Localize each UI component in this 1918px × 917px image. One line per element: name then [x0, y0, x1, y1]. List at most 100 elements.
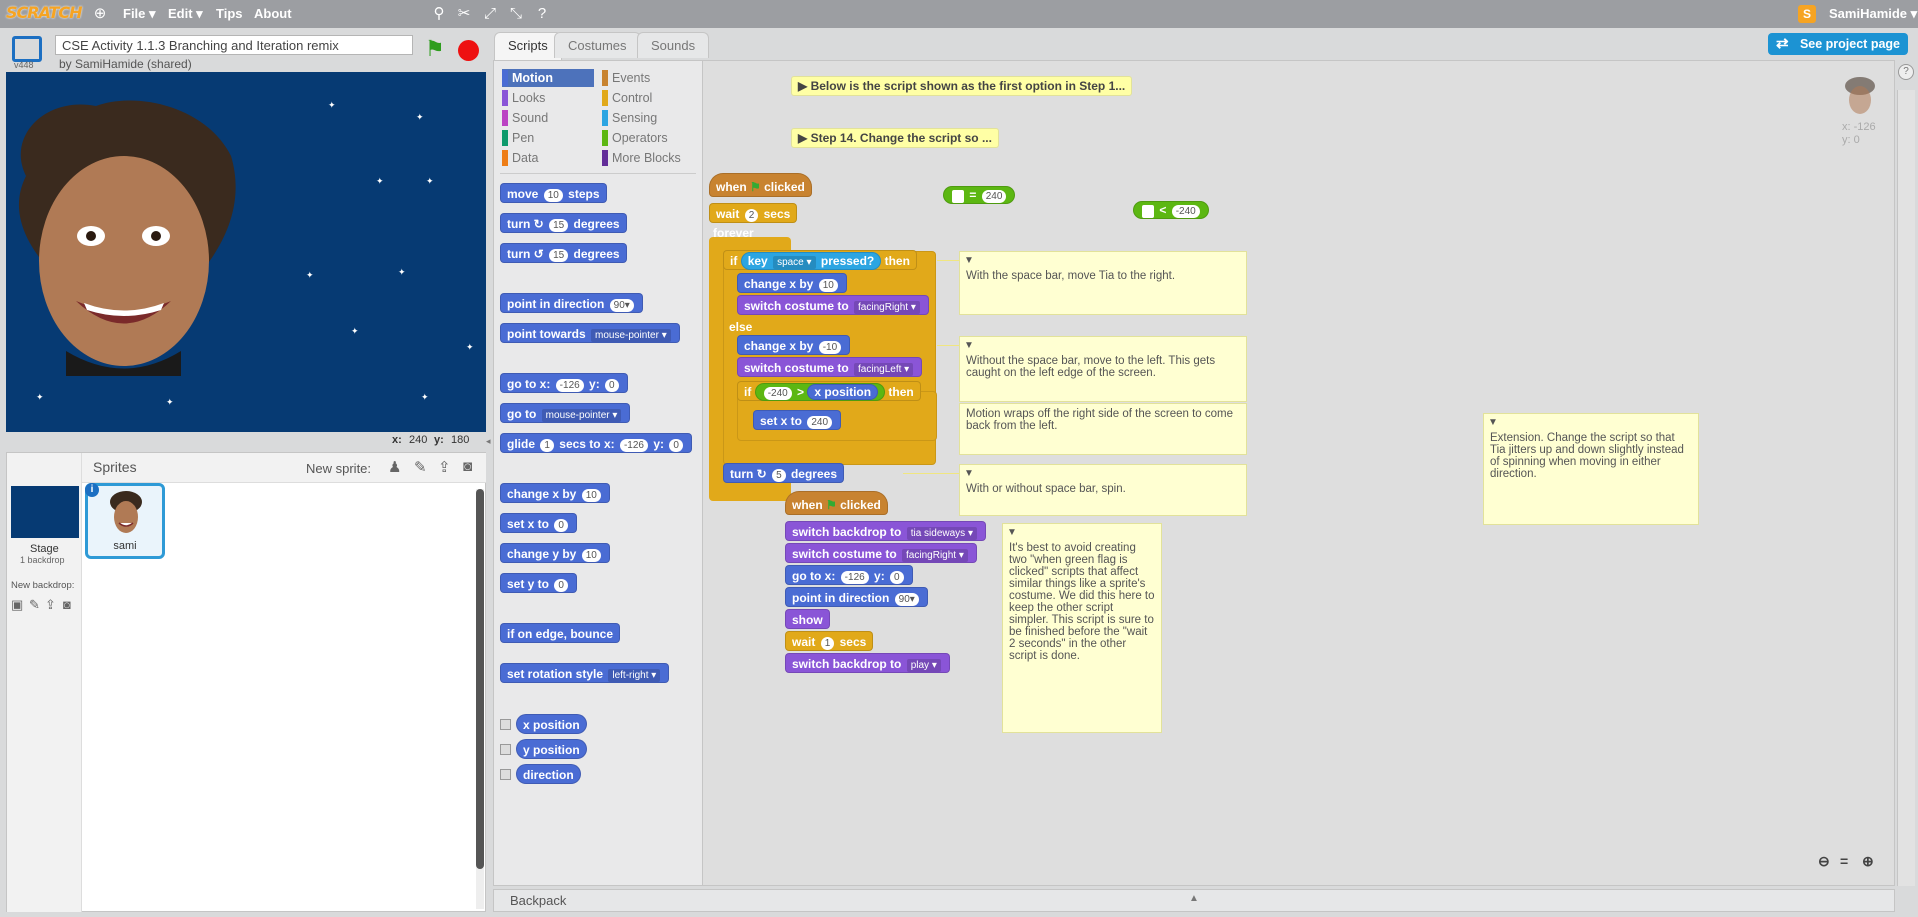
palette-goto-xy-block[interactable]: go to x: -126 y: 0 [500, 373, 628, 393]
upload-sprite-icon[interactable]: ⇪ [438, 458, 451, 476]
y-position-checkbox[interactable] [500, 744, 511, 755]
palette-glide-block[interactable]: glide 1 secs to x: -126 y: 0 [500, 433, 692, 453]
switch-backdrop-play-block[interactable]: switch backdrop to play ▾ [785, 653, 950, 673]
category-control[interactable]: Control [602, 89, 694, 107]
category-pen[interactable]: Pen [502, 129, 594, 147]
palette-change-y-block[interactable]: change y by 10 [500, 543, 610, 563]
palette-direction-reporter[interactable]: direction [516, 764, 581, 784]
palette-turn-right-block[interactable]: turn ↻ 15 degrees [500, 213, 627, 233]
when-flag-clicked-hat[interactable]: when ⚑ clicked [709, 173, 812, 197]
sprite-thumbnail-sami[interactable]: i sami [85, 483, 165, 559]
switch-costume-right-block[interactable]: switch costume to facingRight ▾ [737, 295, 929, 315]
zoom-in-icon[interactable]: ⊕ [1862, 853, 1874, 870]
category-sensing[interactable]: Sensing [602, 109, 694, 127]
palette-change-x-block[interactable]: change x by 10 [500, 483, 610, 503]
grow-icon[interactable]: ⤢ [481, 5, 499, 23]
choose-backdrop-icon[interactable]: ▣ [11, 597, 23, 613]
sprites-scrollbar[interactable] [476, 489, 484, 909]
switch-costume-block-2[interactable]: switch costume to facingRight ▾ [785, 543, 977, 563]
palette-set-y-block[interactable]: set y to 0 [500, 573, 577, 593]
category-looks[interactable]: Looks [502, 89, 594, 107]
paint-backdrop-icon[interactable]: ✎ [29, 597, 40, 613]
loose-less-than-block[interactable]: < -240 [1133, 201, 1209, 219]
collapse-triangle-icon[interactable]: ▼ [964, 340, 974, 351]
turn-5-degrees-block[interactable]: turn ↻ 5 degrees [723, 463, 844, 483]
duplicate-icon[interactable]: ⚲ [430, 5, 448, 23]
category-operators[interactable]: Operators [602, 129, 694, 147]
palette-point-direction-block[interactable]: point in direction 90▾ [500, 293, 643, 313]
wait-block[interactable]: wait 2 secs [709, 203, 798, 223]
comment-wraps[interactable]: Motion wraps off the right side of the s… [959, 403, 1247, 455]
globe-icon[interactable]: ⊕ [91, 5, 109, 23]
backpack-bar[interactable]: Backpack ▲ [493, 889, 1895, 912]
palette-move-block[interactable]: move 10 steps [500, 183, 607, 203]
palette-set-x-block[interactable]: set x to 0 [500, 513, 577, 533]
comment-space-bar[interactable]: ▼ With the space bar, move Tia to the rig… [959, 251, 1247, 315]
category-data[interactable]: Data [502, 149, 594, 167]
palette-turn-left-block[interactable]: turn ↺ 15 degrees [500, 243, 627, 263]
comment-best-practice[interactable]: ▼ It's best to avoid creating two "when g… [1002, 523, 1162, 733]
upload-backdrop-icon[interactable]: ⇪ [45, 597, 56, 613]
help-tips-icon[interactable]: ? [1898, 64, 1914, 80]
direction-checkbox[interactable] [500, 769, 511, 780]
green-flag-icon[interactable]: ⚑ [425, 38, 447, 60]
when-flag-clicked-hat-2[interactable]: when ⚑ clicked [785, 491, 888, 515]
palette-x-position-reporter[interactable]: x position [516, 714, 587, 734]
fullscreen-icon[interactable] [12, 36, 42, 62]
my-stuff-icon[interactable]: S [1798, 5, 1816, 23]
switch-backdrop-block[interactable]: switch backdrop to tia sideways ▾ [785, 521, 986, 541]
paint-sprite-icon[interactable]: ✎ [414, 458, 427, 476]
if-key-pressed-block[interactable]: if key space ▾ pressed? then [723, 250, 917, 270]
comment-spin[interactable]: ▼ With or without space bar, spin. [959, 464, 1247, 516]
cut-icon[interactable]: ✂ [455, 5, 473, 23]
camera-backdrop-icon[interactable]: ◙ [63, 597, 71, 612]
category-motion[interactable]: Motion [502, 69, 594, 87]
comment-extension[interactable]: ▼ Extension. Change the script so that Ti… [1483, 413, 1699, 525]
category-sound[interactable]: Sound [502, 109, 594, 127]
wait-1-secs-block[interactable]: wait 1 secs [785, 631, 874, 651]
collapse-triangle-icon[interactable]: ▼ [964, 255, 974, 266]
palette-point-towards-block[interactable]: point towards mouse-pointer ▾ [500, 323, 680, 343]
choose-sprite-icon[interactable]: ♟ [388, 458, 401, 476]
point-direction-block-2[interactable]: point in direction 90▾ [785, 587, 928, 607]
menu-tips[interactable]: Tips [216, 6, 243, 21]
camera-sprite-icon[interactable]: ◙ [463, 458, 472, 475]
tab-scripts[interactable]: Scripts [494, 32, 562, 60]
stage[interactable]: ✦ ✦ ✦ ✦ ✦ ✦ ✦ ✦ ✦ ✦ ✦ [6, 72, 486, 432]
collapsed-comment-step14[interactable]: ▶ Step 14. Change the script so ... [791, 128, 999, 148]
project-title-input[interactable]: CSE Activity 1.1.3 Branching and Iterati… [55, 35, 413, 55]
shrink-icon[interactable]: ⤡ [507, 5, 525, 23]
menu-file[interactable]: File ▾ [123, 6, 156, 22]
tab-costumes[interactable]: Costumes [554, 32, 641, 58]
collapse-triangle-icon[interactable]: ▼ [964, 468, 974, 479]
sprites-scroll-thumb[interactable] [476, 489, 484, 869]
tips-panel-strip[interactable] [1897, 90, 1915, 886]
scratch-logo[interactable]: SCRATCH [6, 3, 82, 25]
change-x-by-neg10-block[interactable]: change x by -10 [737, 335, 851, 355]
show-block[interactable]: show [785, 609, 830, 629]
loose-equals-block[interactable]: = 240 [943, 186, 1016, 204]
x-position-checkbox[interactable] [500, 719, 511, 730]
goto-xy-block-2[interactable]: go to x: -126 y: 0 [785, 565, 913, 585]
palette-rotation-style-block[interactable]: set rotation style left-right ▾ [500, 663, 670, 683]
palette-bounce-block[interactable]: if on edge, bounce [500, 623, 621, 643]
comment-no-space-bar[interactable]: ▼ Without the space bar, move to the left… [959, 336, 1247, 402]
collapse-triangle-icon[interactable]: ▼ [1488, 417, 1498, 428]
palette-y-position-reporter[interactable]: y position [516, 739, 587, 759]
tab-sounds[interactable]: Sounds [637, 32, 710, 58]
see-project-page-button[interactable]: ⇄ See project page [1767, 33, 1908, 55]
menu-about[interactable]: About [254, 6, 292, 21]
stop-sign-icon[interactable] [458, 40, 479, 61]
category-more-blocks[interactable]: More Blocks [602, 149, 694, 167]
set-x-to-240-block[interactable]: set x to 240 [753, 410, 842, 430]
sprite-face-image[interactable] [6, 96, 241, 376]
collapsed-comment-step1[interactable]: ▶ Below is the script shown as the first… [791, 76, 1133, 96]
help-icon[interactable]: ? [533, 5, 551, 23]
user-menu[interactable]: SamiHamide ▾ [1829, 6, 1917, 22]
change-x-by-10-block[interactable]: change x by 10 [737, 273, 847, 293]
zoom-out-icon[interactable]: ⊖ [1818, 853, 1830, 870]
script-area[interactable]: ▶ Below is the script shown as the first… [702, 60, 1895, 886]
category-events[interactable]: Events [602, 69, 694, 87]
stage-thumbnail[interactable] [11, 486, 79, 538]
collapse-triangle-icon[interactable]: ▼ [1007, 527, 1017, 538]
